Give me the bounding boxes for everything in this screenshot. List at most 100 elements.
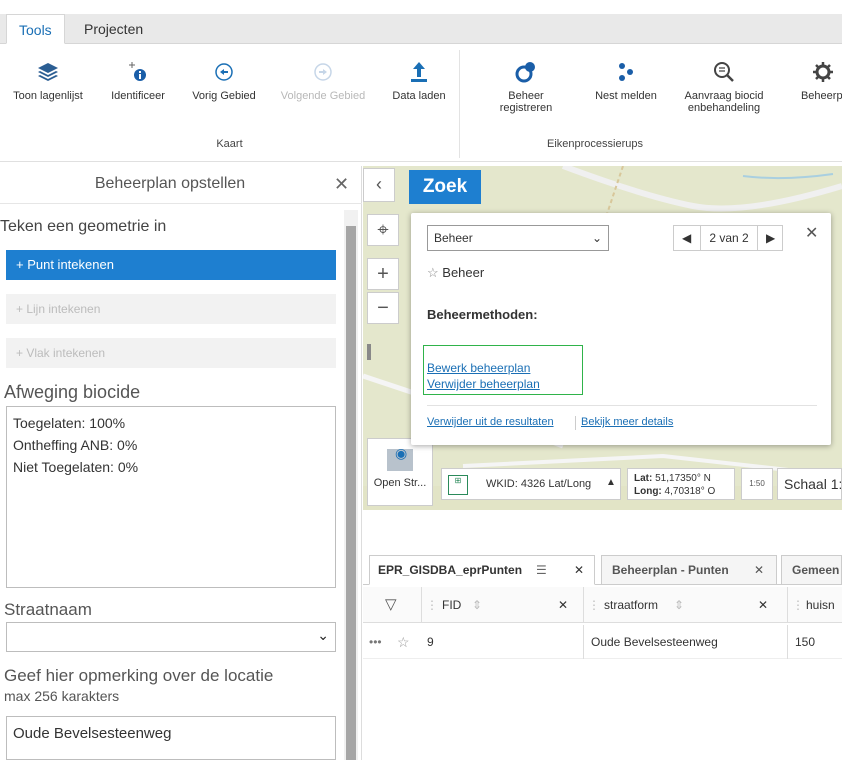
drag-handle-icon[interactable]: ⋮ — [792, 587, 804, 623]
lat-value: 51,17350° N — [655, 473, 711, 484]
drag-handle-icon[interactable]: ⋮ — [426, 587, 438, 623]
cell-divider — [787, 625, 788, 659]
zoek-button[interactable]: Zoek — [409, 170, 481, 204]
back-arrow-icon — [215, 63, 233, 81]
bewerk-beheerplan-link[interactable]: Bewerk beheerplan — [427, 361, 530, 375]
column-huisnummer[interactable]: ⋮ huisn — [787, 587, 842, 623]
projection-selector[interactable]: ⊞ WKID: 4326 Lat/Long ▲ — [441, 468, 621, 500]
sort-icon[interactable]: ⇕ — [472, 587, 482, 623]
grid-tab-gemeente[interactable]: Gemeen — [781, 555, 842, 585]
remove-column-icon[interactable]: ✕ — [758, 587, 768, 623]
volgende-gebied-label: Volgende Gebied — [280, 90, 366, 102]
more-icon[interactable]: ••• — [369, 625, 382, 659]
ribbon: Toon lagenlijst Identificeer Vorig Gebie… — [0, 44, 842, 162]
tab-projecten[interactable]: Projecten — [72, 14, 155, 44]
data-laden-button[interactable]: Data laden — [384, 60, 454, 102]
close-tab-icon[interactable]: ✕ — [574, 556, 584, 584]
vorig-gebied-label: Vorig Gebied — [192, 90, 256, 102]
map-handle[interactable] — [367, 344, 371, 360]
layers-icon — [38, 63, 58, 81]
drag-handle-icon[interactable]: ⋮ — [588, 587, 600, 623]
next-result-icon[interactable]: ▶ — [766, 226, 775, 250]
identificeer-button[interactable]: Identificeer — [100, 60, 176, 102]
opmerking-label: Geef hier opmerking over de locatie — [4, 666, 274, 685]
pager-text: 2 van 2 — [700, 226, 758, 250]
table-row[interactable]: ••• ☆ 9 Oude Bevelsesteenweg 150 — [363, 625, 842, 659]
ribbon-tab-bar: Tools Projecten — [0, 14, 842, 44]
basemap-icon: ◉ — [387, 445, 413, 471]
panel-header: Beheerplan opstellen ✕ — [0, 166, 362, 204]
bekijk-details-link[interactable]: Bekijk meer details — [581, 416, 673, 428]
forward-arrow-icon — [314, 63, 332, 81]
straatnaam-select[interactable]: ⌄ — [6, 622, 336, 652]
verwijder-resultaten-link[interactable]: Verwijder uit de resultaten — [427, 416, 554, 428]
grid-tab-eprpunten[interactable]: EPR_GISDBA_eprPunten ☰ ✕ — [369, 555, 595, 585]
menu-icon[interactable]: ☰ — [536, 556, 547, 584]
tab-tools[interactable]: Tools — [6, 14, 65, 44]
chevron-down-icon: ⌄ — [591, 231, 602, 245]
afweging-niet-toegelaten: Niet Toegelaten: 0% — [13, 459, 139, 475]
coordinates-display: Lat: 51,17350° N Long: 4,70318° O — [627, 468, 735, 500]
collapse-panel-button[interactable]: ‹ — [363, 168, 395, 202]
straatnaam-label: Straatnaam — [4, 600, 92, 619]
column-straatform[interactable]: ⋮ straatform ⇕ ✕ — [583, 587, 783, 623]
popup-item-title-text: Beheer — [442, 265, 485, 280]
long-value: 4,70318° O — [664, 486, 716, 497]
star-icon[interactable]: ☆ — [397, 625, 410, 659]
verwijder-beheerplan-link[interactable]: Verwijder beheerplan — [427, 377, 540, 391]
toon-lagenlijst-button[interactable]: Toon lagenlijst — [6, 60, 90, 102]
panel-scrollbar-thumb[interactable] — [346, 226, 356, 760]
vlak-intekenen-button[interactable]: + Vlak intekenen — [6, 338, 336, 368]
nest-melden-label: Nest melden — [595, 90, 657, 102]
remove-column-icon[interactable]: ✕ — [558, 587, 568, 623]
wkid-label: WKID: 4326 Lat/Long — [486, 478, 592, 490]
kaart-group-label: Kaart — [216, 138, 243, 150]
column-fid-label: FID — [442, 598, 462, 612]
schaal-display[interactable]: Schaal 1: — [777, 468, 842, 500]
grid-tab-beheerplan[interactable]: Beheerplan - Punten ✕ — [601, 555, 777, 585]
nest-icon — [619, 63, 633, 81]
locate-icon[interactable]: ⌖ — [367, 214, 399, 246]
popup-item-title: ☆ Beheer — [427, 265, 484, 281]
max-karakters-label: max 256 karakters — [4, 688, 120, 704]
popup-divider — [427, 405, 817, 406]
nest-melden-button[interactable]: Nest melden — [586, 60, 666, 102]
volgende-gebied-button[interactable]: Volgende Gebied — [272, 60, 374, 102]
kaart-group: Toon lagenlijst Identificeer Vorig Gebie… — [0, 50, 460, 158]
basemap-selector[interactable]: ◉ Open Str... — [367, 438, 433, 506]
beheerplan-button[interactable]: Beheerpl — [788, 60, 842, 102]
gear-icon — [813, 62, 833, 82]
punt-intekenen-button[interactable]: + Punt intekenen — [6, 250, 336, 280]
lat-label: Lat: — [634, 473, 653, 484]
beheer-registreren-label: Beheer registreren — [499, 90, 553, 114]
column-straatform-label: straatform — [604, 598, 659, 612]
zoom-in-button[interactable]: + — [367, 258, 399, 290]
magnifier-list-icon — [714, 62, 734, 82]
close-popup-icon[interactable]: ✕ — [805, 223, 818, 243]
afweging-ontheffing: Ontheffing ANB: 0% — [13, 437, 138, 453]
panel-title: Beheerplan opstellen — [94, 175, 246, 192]
chevron-down-icon: ⌄ — [317, 627, 329, 643]
sort-icon[interactable]: ⇕ — [674, 587, 684, 623]
layer-select[interactable]: Beheer ⌄ — [427, 225, 609, 251]
star-icon[interactable]: ☆ — [427, 265, 439, 280]
opmerking-field[interactable]: Oude Bevelsesteenweg — [6, 716, 336, 760]
aanvraag-label: Aanvraag biocidenbehandeling — [684, 90, 764, 114]
eikenprocessierups-group: Beheer registreren Nest melden Aanvraag … — [468, 50, 842, 158]
close-icon[interactable]: ✕ — [334, 174, 349, 195]
panel-scrollbar[interactable] — [344, 210, 358, 760]
map-pin-icon: ◉ — [395, 445, 408, 461]
close-tab-icon[interactable]: ✕ — [754, 556, 764, 584]
aanvraag-biocide-button[interactable]: Aanvraag biocidenbehandeling — [676, 60, 772, 114]
column-fid[interactable]: ⋮ FID ⇕ ✕ — [421, 587, 579, 623]
scale-icon[interactable]: 1:50 — [741, 468, 773, 500]
beheer-registreren-button[interactable]: Beheer registreren — [486, 60, 566, 114]
grid-tab-eprpunten-label: EPR_GISDBA_eprPunten — [378, 563, 523, 577]
afweging-box: Toegelaten: 100% Ontheffing ANB: 0% Niet… — [6, 406, 336, 588]
vorig-gebied-button[interactable]: Vorig Gebied — [184, 60, 264, 102]
lijn-intekenen-button[interactable]: + Lijn intekenen — [6, 294, 336, 324]
filter-icon[interactable]: ▽ — [385, 595, 397, 613]
prev-result-icon[interactable]: ◀ — [682, 226, 691, 250]
beheerplan-panel: Beheerplan opstellen ✕ Teken een geometr… — [0, 166, 362, 760]
zoom-out-button[interactable]: − — [367, 292, 399, 324]
